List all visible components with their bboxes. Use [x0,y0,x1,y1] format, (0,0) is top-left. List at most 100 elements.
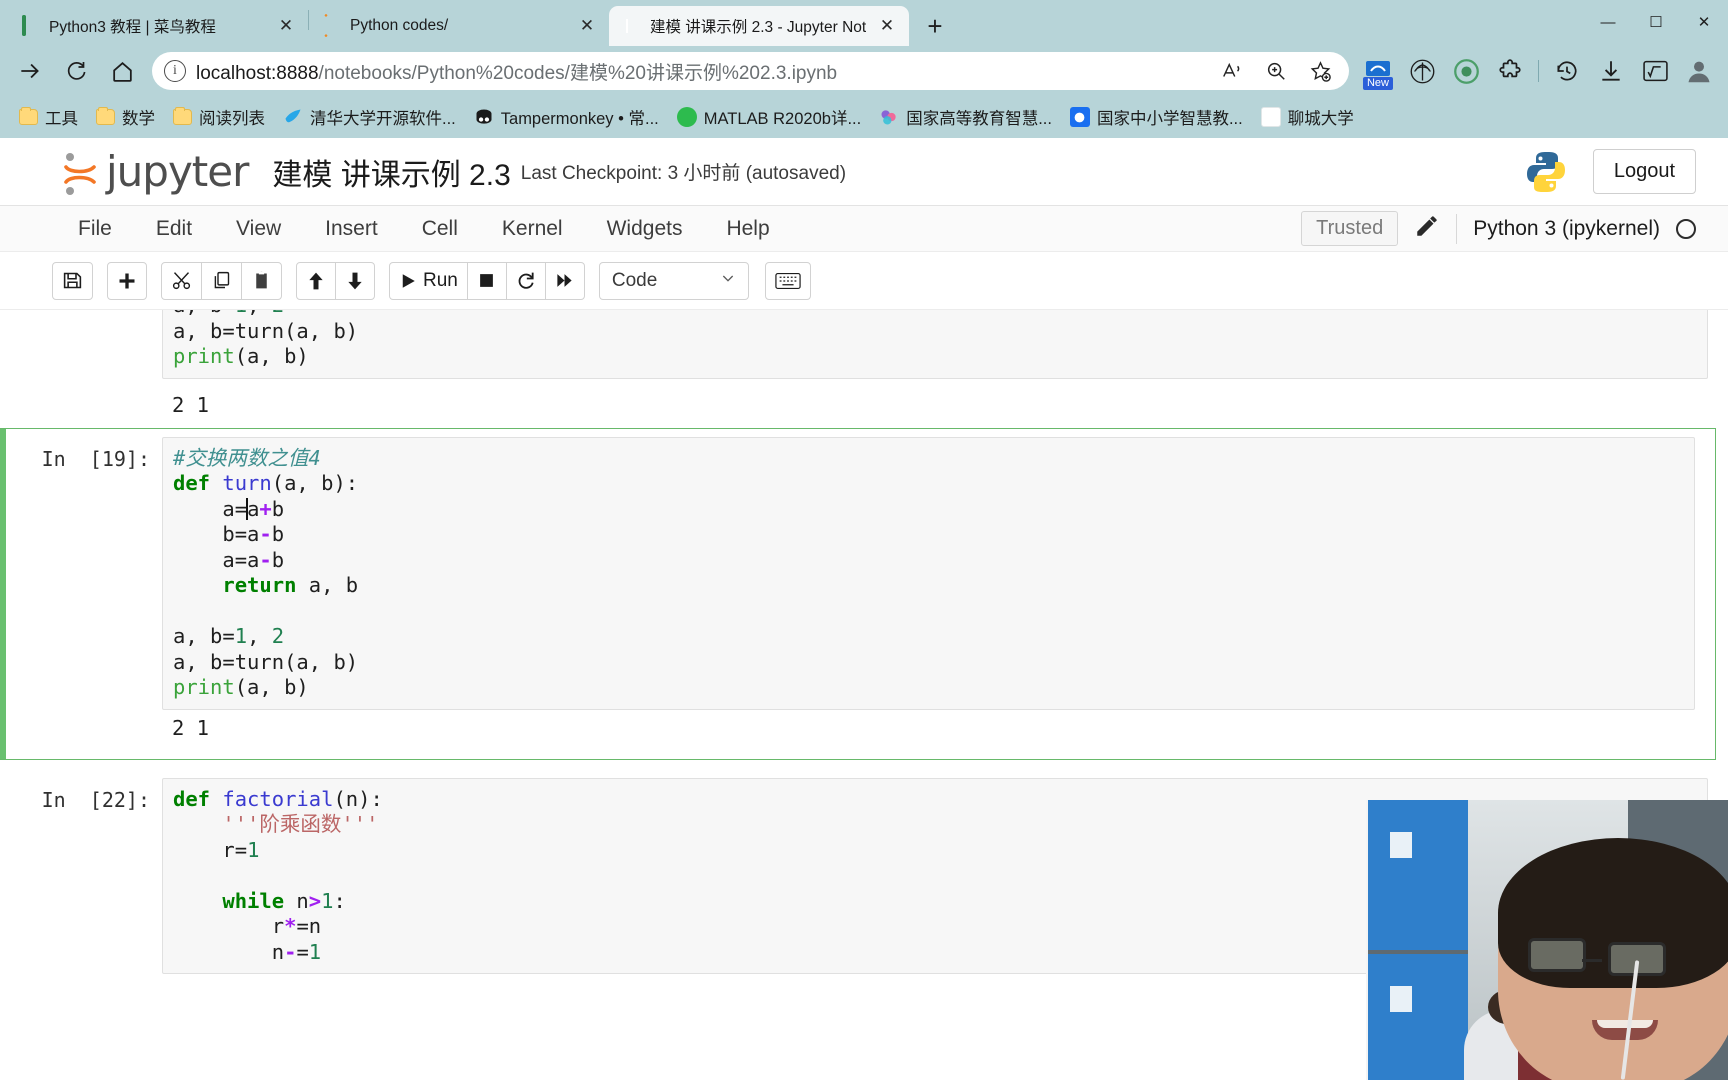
kernel-idle-icon [1676,218,1696,239]
menu-insert[interactable]: Insert [303,211,400,247]
code-token: b [271,547,285,572]
code-token: print [173,675,235,699]
profile-avatar-icon[interactable] [1678,50,1720,92]
browser-window: Python3 教程 | 菜鸟教程 ✕ Python codes/ ✕ 建模 讲… [0,0,1728,1080]
toolbar-group-run: Run [389,261,585,300]
restart-icon[interactable] [505,261,546,300]
home-icon[interactable] [100,51,144,91]
logout-button[interactable]: Logout [1592,149,1696,194]
paste-icon[interactable] [241,261,282,300]
save-icon[interactable] [52,261,93,300]
tab-close-icon[interactable]: ✕ [274,14,298,38]
bookmark-item[interactable]: 工具 [12,102,85,132]
browser-tab-1[interactable]: Python codes/ ✕ [309,6,609,46]
read-aloud-icon[interactable] [1215,54,1249,88]
address-bar[interactable]: i localhost:8888/notebooks/Python%20code… [152,52,1349,90]
code-token: a, b= [173,310,235,317]
code-token: while [173,888,297,913]
code-line: a, b=1, 2 [173,624,1684,650]
fast-forward-icon[interactable] [544,261,585,300]
cell-prompt: In [19]: [41,446,150,471]
star-plus-icon[interactable] [1303,54,1337,88]
locker-label-lower [1390,986,1412,1012]
code-line: a=a-b [173,548,1684,574]
blank-page-icon [1260,107,1281,127]
bookmark-item[interactable]: 聊城大学 [1254,102,1361,132]
bookmark-item[interactable]: Tampermonkey • 常... [467,102,666,132]
bookmark-item[interactable]: 国家中小学智慧教... [1063,102,1250,132]
code-line: print(a, b) [173,675,1684,701]
bookmark-item[interactable]: 数学 [89,102,162,132]
browser-tab-2[interactable]: 建模 讲课示例 2.3 - Jupyter Note ✕ [609,6,909,46]
pencil-icon[interactable] [1414,213,1440,244]
code-token: 1 [247,837,260,862]
menu-help[interactable]: Help [704,211,791,247]
cell-type-value: Code [611,269,658,291]
extensions-puzzle-icon[interactable] [1489,50,1531,92]
glasses-bridge [1582,959,1602,962]
history-icon[interactable] [1546,50,1588,92]
close-button[interactable]: ✕ [1680,0,1728,44]
scissors-icon[interactable] [161,261,202,300]
arrow-down-icon[interactable] [335,261,375,300]
site-info-icon[interactable]: i [164,60,186,82]
minimize-button[interactable]: — [1584,0,1632,44]
forward-icon[interactable] [8,51,52,91]
tab-strip: Python3 教程 | 菜鸟教程 ✕ Python codes/ ✕ 建模 讲… [0,0,1728,46]
toolbar-group-clipboard [161,261,282,300]
copy-icon[interactable] [201,261,242,300]
reload-icon[interactable] [54,51,98,91]
code-token: '''阶乘函数''' [173,812,379,836]
code-token: return [173,573,309,597]
loading-spinner-icon [323,14,341,37]
cell-code-input[interactable]: a, b=1, 2a, b=turn(a, b)print(a, b) [162,310,1708,379]
menu-cell[interactable]: Cell [400,211,480,247]
code-line: a, b=turn(a, b) [173,650,1684,676]
plus-icon[interactable] [107,261,147,300]
collections-new-icon[interactable]: New [1357,50,1399,92]
webcam-overlay[interactable] [1366,800,1728,1080]
notebook-cell[interactable]: a, b=1, 2a, b=turn(a, b)print(a, b) [0,310,1728,387]
locker-upper [1368,800,1468,950]
notebook-cell-selected[interactable]: In [19]: #交换两数之值4 def turn(a, b): a=a+b b… [0,427,1716,760]
menu-view[interactable]: View [214,211,303,247]
bookmark-item[interactable]: 阅读列表 [166,102,272,132]
code-token: a, b [308,573,359,597]
toolbar-group-keyboard [764,261,811,300]
bookmark-item[interactable]: 国家高等教育智慧... [872,102,1059,132]
cell-type-select[interactable]: Code [598,261,749,300]
tab-close-icon[interactable]: ✕ [875,14,899,38]
code-token: a=a [173,547,260,572]
math-formula-icon[interactable] [1634,50,1676,92]
shield-green-icon[interactable] [1445,50,1487,92]
bookmark-item[interactable]: MATLAB R2020b详... [670,102,868,132]
menu-file[interactable]: File [56,211,134,247]
url-host: localhost:8888 [196,62,319,84]
run-button[interactable]: Run [389,261,468,300]
output-text: 2 1 [172,392,210,417]
menu-widgets[interactable]: Widgets [585,211,705,247]
menu-kernel[interactable]: Kernel [480,211,585,247]
jupyter-header: jupyter 建模 讲课示例 2.3 Last Checkpoint: 3 小… [0,138,1728,206]
jupyter-logo[interactable]: jupyter [62,147,249,196]
tab-close-icon[interactable]: ✕ [575,14,599,38]
cell-code-input[interactable]: #交换两数之值4 def turn(a, b): a=a+b b=a-b a=a-… [162,436,1695,710]
bookmark-item[interactable]: 清华大学开源软件... [276,102,463,132]
keyboard-icon[interactable] [764,261,811,300]
new-tab-button[interactable]: + [915,6,955,46]
maximize-button[interactable]: ☐ [1632,0,1680,44]
code-token: (a, b): [271,471,359,495]
jupyter-toolbar: Run Code [0,252,1728,310]
code-token: print [173,344,235,368]
palm-tree-icon[interactable] [1401,50,1443,92]
browser-tab-0[interactable]: Python3 教程 | 菜鸟教程 ✕ [8,6,308,46]
locker-label-upper [1390,832,1412,858]
search-plus-icon[interactable] [1259,54,1293,88]
downloads-icon[interactable] [1590,50,1632,92]
bookmark-label: 聊城大学 [1287,110,1354,128]
menu-edit[interactable]: Edit [134,211,214,247]
notebook-name[interactable]: 建模 讲课示例 2.3 [272,150,510,194]
stop-square-icon[interactable] [466,261,507,300]
arrow-up-icon[interactable] [296,261,336,300]
address-bar-url: localhost:8888/notebooks/Python%20codes/… [196,58,1205,85]
